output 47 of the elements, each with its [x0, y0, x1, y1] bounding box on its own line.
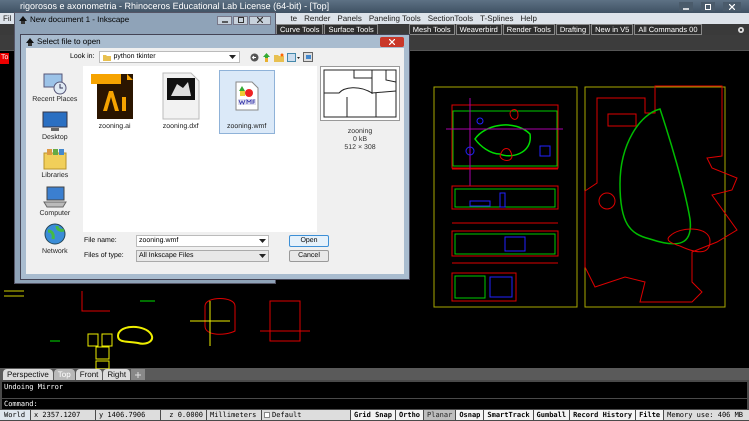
- caret-icon: [259, 254, 266, 258]
- wmf-file-icon: [234, 81, 259, 112]
- folder-icon: [102, 54, 111, 60]
- menu-item[interactable]: T-Splines: [480, 12, 514, 24]
- close-icon: [389, 38, 395, 44]
- close-icon: [729, 4, 735, 10]
- menu-item[interactable]: Help: [520, 12, 537, 24]
- menu-item[interactable]: SectionTools: [428, 12, 474, 24]
- desktop-icon: [42, 109, 68, 133]
- minimize-button[interactable]: [679, 2, 693, 11]
- close-button[interactable]: [723, 2, 741, 11]
- caret-icon: [259, 239, 266, 243]
- maximize-icon: [705, 4, 711, 10]
- maximize-icon: [238, 17, 244, 23]
- caret-icon: [228, 55, 236, 59]
- window-title: New document 1 - Inkscape: [30, 14, 130, 26]
- dxf-file-icon: [162, 72, 200, 120]
- computer-icon: [42, 185, 68, 209]
- close-button[interactable]: [380, 36, 404, 46]
- view-menu-icon[interactable]: [286, 52, 300, 62]
- inkscape-icon: [19, 16, 27, 24]
- add-viewport-button[interactable]: [131, 369, 146, 380]
- menu-item[interactable]: te: [290, 12, 298, 24]
- maximize-button[interactable]: [233, 16, 248, 24]
- plus-icon: [135, 372, 142, 378]
- menu-item[interactable]: Paneling Tools: [368, 12, 421, 24]
- inkscape-icon: [26, 38, 34, 46]
- preview-toggle-icon[interactable]: [302, 52, 313, 62]
- network-icon: [42, 223, 68, 247]
- window-title: rigorosos e axonometria - Rhinoceros Educational Lab License (64-bit) - [Top]: [20, 0, 330, 13]
- menu-item[interactable]: Fil: [3, 12, 12, 24]
- maximize-button[interactable]: [701, 2, 715, 11]
- dialog-title: Select file to open: [37, 36, 101, 48]
- settings-icon[interactable]: [737, 26, 745, 34]
- viewport-tab[interactable]: Front: [76, 369, 102, 380]
- menu-item[interactable]: Panels: [337, 12, 362, 24]
- viewport-tab[interactable]: Perspective: [3, 369, 53, 380]
- recent-icon: [42, 71, 68, 95]
- close-button[interactable]: [249, 16, 271, 24]
- menu-item[interactable]: Render: [304, 12, 330, 24]
- new-folder-icon[interactable]: [274, 52, 284, 62]
- close-icon: [257, 17, 263, 23]
- viewport-tab[interactable]: Right: [103, 369, 130, 380]
- layer-swatch: [264, 412, 270, 418]
- libraries-icon: [42, 147, 68, 171]
- minimize-button[interactable]: [217, 16, 232, 24]
- back-icon[interactable]: [250, 52, 259, 62]
